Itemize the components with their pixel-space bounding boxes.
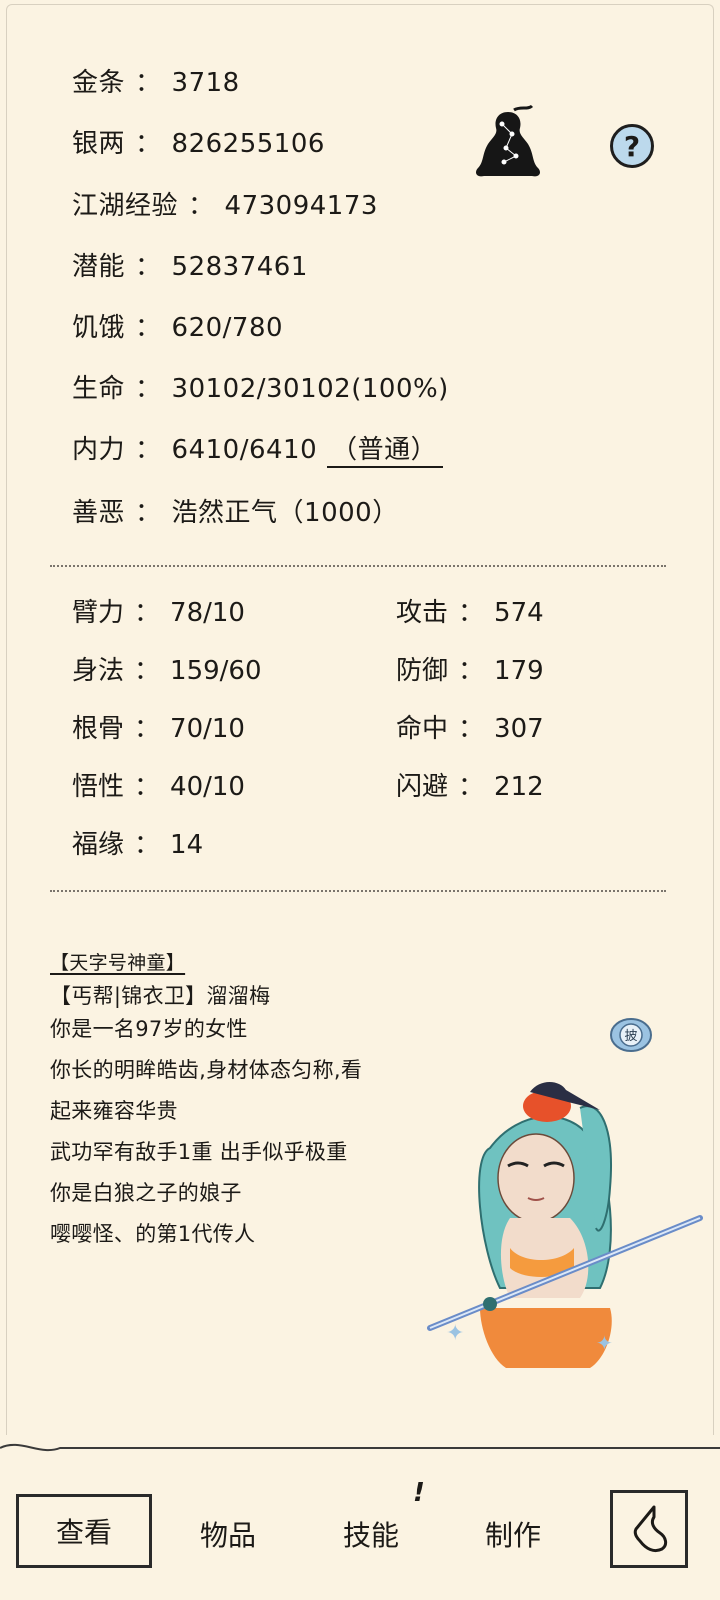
- separator: ：: [134, 714, 161, 744]
- bio-line: 武功罕有敌手1重 出手似乎极重: [50, 1140, 348, 1164]
- attr-value: 70/10: [170, 714, 245, 744]
- combat-label: 防御: [396, 656, 449, 686]
- combat-label: 攻击: [396, 598, 449, 628]
- neili-value: 6410/6410: [171, 435, 318, 465]
- combat-value: 574: [494, 598, 544, 628]
- tab-items[interactable]: 物品: [200, 1514, 256, 1554]
- combat-attack: 攻击 ： 574: [396, 592, 544, 629]
- hunger-row: 饥饿 ： 620/780: [72, 307, 283, 344]
- skills-notice-icon: !: [413, 1478, 425, 1508]
- tab-view[interactable]: 查看: [16, 1494, 152, 1568]
- attr-label: 根骨: [72, 714, 125, 744]
- neili-label: 内力: [72, 435, 126, 465]
- hunger-label: 饥饿: [72, 313, 126, 343]
- combat-defense: 防御 ： 179: [396, 650, 544, 687]
- character-portrait: ✦ ✦: [410, 1068, 710, 1392]
- neili-row: 内力 ： 6410/6410 （普通）: [72, 429, 444, 468]
- hunger-value: 620/780: [171, 313, 284, 343]
- attr-value: 78/10: [170, 598, 245, 628]
- combat-label: 命中: [396, 714, 449, 744]
- exp-label: 江湖经验: [72, 191, 179, 221]
- combat-value: 307: [494, 714, 544, 744]
- combat-value: 212: [494, 772, 544, 802]
- separator: ：: [458, 656, 485, 686]
- attr-strength: 臂力 ： 78/10: [72, 592, 245, 629]
- silver-value: 826255106: [171, 129, 325, 159]
- separator: ：: [134, 656, 161, 686]
- separator: ：: [458, 598, 485, 628]
- attr-constitution: 根骨 ： 70/10: [72, 708, 245, 745]
- back-button[interactable]: [610, 1490, 688, 1568]
- silver-label: 银两: [72, 129, 126, 159]
- separator: ：: [135, 498, 162, 528]
- neili-mode-link[interactable]: （普通）: [327, 436, 444, 468]
- separator: ：: [458, 772, 485, 802]
- separator: ：: [135, 129, 162, 159]
- potential-value: 52837461: [171, 252, 308, 282]
- separator: ：: [135, 313, 162, 343]
- attr-value: 40/10: [170, 772, 245, 802]
- separator: ：: [135, 435, 162, 465]
- attr-fortune: 福缘 ： 14: [72, 824, 203, 861]
- tab-label: 物品: [200, 1519, 257, 1552]
- tab-label: 查看: [55, 1516, 112, 1549]
- cape-badge-icon[interactable]: 披: [610, 1014, 652, 1056]
- tab-label: 制作: [485, 1519, 542, 1552]
- hp-row: 生命 ： 30102/30102(100%): [72, 368, 449, 405]
- attr-comprehension: 悟性 ： 40/10: [72, 766, 245, 803]
- potential-label: 潜能: [72, 252, 126, 282]
- combat-accuracy: 命中 ： 307: [396, 708, 544, 745]
- gold-value: 3718: [171, 68, 240, 98]
- separator: ：: [188, 191, 215, 221]
- tab-craft[interactable]: 制作: [485, 1514, 541, 1554]
- back-arrow-icon: [633, 1505, 668, 1553]
- separator: ：: [458, 714, 485, 744]
- attr-agility: 身法 ： 159/60: [72, 650, 262, 687]
- bio-line: 你长的明眸皓齿,身材体态匀称,看: [50, 1058, 363, 1082]
- combat-value: 179: [494, 656, 544, 686]
- separator: ：: [135, 252, 162, 282]
- attr-label: 福缘: [72, 830, 125, 860]
- divider-bottom: [50, 890, 666, 892]
- help-button[interactable]: ?: [610, 124, 654, 168]
- gold-row: 金条 ： 3718: [72, 62, 240, 99]
- separator: ：: [134, 830, 161, 860]
- gold-label: 金条: [72, 68, 126, 98]
- attr-label: 身法: [72, 656, 125, 686]
- badge-text: 披: [624, 1029, 637, 1044]
- combat-label: 闪避: [396, 772, 449, 802]
- morality-value: 浩然正气（1000）: [171, 498, 399, 528]
- tab-skills[interactable]: 技能: [343, 1514, 399, 1554]
- potential-row: 潜能 ： 52837461: [72, 246, 308, 283]
- attr-value: 14: [170, 830, 204, 860]
- exp-value: 473094173: [224, 191, 378, 221]
- bio-line: 起来雍容华贵: [50, 1099, 178, 1123]
- attr-label: 悟性: [72, 772, 125, 802]
- combat-dodge: 闪避 ： 212: [396, 766, 544, 803]
- separator: ：: [135, 374, 162, 404]
- exp-row: 江湖经验 ： 473094173: [72, 185, 378, 222]
- svg-text:✦: ✦: [446, 1321, 464, 1346]
- morality-row: 善恶 ： 浩然正气（1000）: [72, 492, 399, 529]
- bio-line: 你是白狼之子的娘子: [50, 1181, 242, 1205]
- bio-line: 你是一名97岁的女性: [50, 1017, 248, 1041]
- separator: ：: [134, 772, 161, 802]
- silver-row: 银两 ： 826255106: [72, 123, 325, 160]
- separator: ：: [134, 598, 161, 628]
- hp-label: 生命: [72, 374, 126, 404]
- separator: ：: [135, 68, 162, 98]
- tab-label: 技能: [343, 1519, 400, 1552]
- attr-label: 臂力: [72, 598, 125, 628]
- hp-value: 30102/30102(100%): [171, 374, 449, 404]
- divider-top: [50, 565, 666, 567]
- svg-text:✦: ✦: [596, 1331, 613, 1355]
- bio-line: 【丐帮|锦衣卫】溜溜梅: [50, 984, 271, 1008]
- attr-value: 159/60: [170, 656, 262, 686]
- morality-label: 善恶: [72, 498, 126, 528]
- meditation-icon[interactable]: [468, 104, 548, 188]
- bio-title[interactable]: 【天字号神童】: [50, 948, 185, 975]
- bio-line: 嘤嘤怪、的第1代传人: [50, 1222, 256, 1246]
